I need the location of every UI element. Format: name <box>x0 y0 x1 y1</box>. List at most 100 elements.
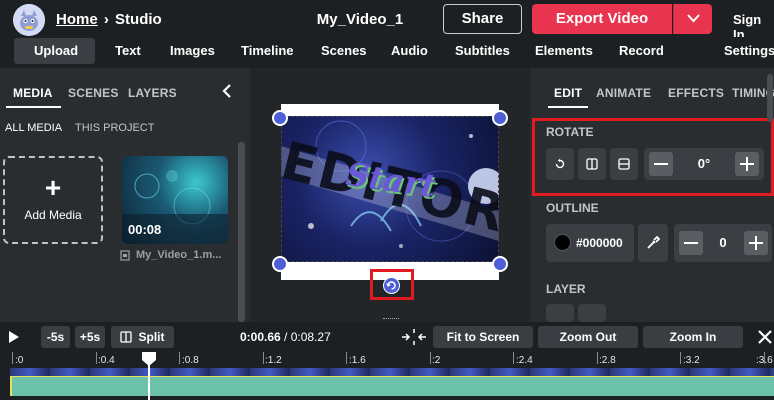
layer-button-2[interactable] <box>578 304 606 322</box>
project-title[interactable]: My_Video_1 <box>280 11 440 28</box>
resize-handle-bottom-left[interactable] <box>272 256 288 272</box>
outline-color-picker[interactable]: #000000 <box>546 224 634 262</box>
ruler-label: :0.8 <box>182 355 199 366</box>
layer-title: LAYER <box>546 282 586 296</box>
flip-horizontal-button[interactable] <box>578 148 606 180</box>
video-canvas-area: EDITOR Start <box>250 68 530 322</box>
ruler-label: :2.8 <box>599 355 616 366</box>
ruler-tick <box>513 352 514 364</box>
nav-images[interactable]: Images <box>170 43 215 58</box>
nav-text[interactable]: Text <box>115 43 141 58</box>
timeline-ruler[interactable] <box>0 352 774 368</box>
tab-media[interactable]: MEDIA <box>13 86 53 100</box>
outline-value[interactable]: 0 <box>704 235 742 250</box>
rotate-title: ROTATE <box>546 125 594 139</box>
avatar[interactable] <box>13 4 45 36</box>
nav-scenes[interactable]: Scenes <box>321 43 367 58</box>
zoom-in-button[interactable]: Zoom In <box>643 326 743 348</box>
nav-settings[interactable]: Settings <box>724 43 774 58</box>
nav-subtitles[interactable]: Subtitles <box>455 43 510 58</box>
ruler-label: :1.2 <box>265 355 282 366</box>
plus-icon: + <box>44 172 62 203</box>
eyedropper-button[interactable] <box>638 224 668 262</box>
selection-border <box>281 116 499 262</box>
panel-scrollbar[interactable] <box>238 142 245 322</box>
outline-color-value: #000000 <box>576 236 623 250</box>
export-video-button[interactable]: Export Video <box>532 4 672 34</box>
close-icon[interactable] <box>757 329 773 345</box>
ruler-label: :2.4 <box>516 355 533 366</box>
outline-increase-button[interactable] <box>744 231 768 255</box>
subtab-this-project[interactable]: THIS PROJECT <box>75 122 154 134</box>
breadcrumb: Home › Studio <box>56 11 162 28</box>
split-icon <box>120 331 132 343</box>
tab-animate[interactable]: ANIMATE <box>596 86 651 100</box>
split-button[interactable]: Split <box>111 326 174 348</box>
studio-label: Studio <box>115 11 162 28</box>
share-button[interactable]: Share <box>443 4 522 34</box>
media-duration: 00:08 <box>128 222 162 237</box>
split-label: Split <box>138 330 165 344</box>
nav-audio[interactable]: Audio <box>391 43 428 58</box>
video-track-filmstrip[interactable] <box>10 368 774 376</box>
avatar-icon <box>13 4 45 36</box>
tab-edit[interactable]: EDIT <box>554 86 582 100</box>
tab-layers[interactable]: LAYERS <box>128 86 177 100</box>
rotate-reset-button[interactable] <box>546 148 574 180</box>
outline-decrease-button[interactable] <box>679 231 703 255</box>
ruler-tick <box>680 352 681 364</box>
nav-elements[interactable]: Elements <box>535 43 593 58</box>
fit-to-screen-button[interactable]: Fit to Screen <box>433 326 533 348</box>
color-swatch <box>554 234 571 251</box>
resize-handle-bottom-right[interactable] <box>492 256 508 272</box>
resize-handle-top-left[interactable] <box>272 110 288 126</box>
playhead-handle[interactable] <box>140 351 158 367</box>
tab-effects[interactable]: EFFECTS <box>668 86 724 100</box>
ruler-label: :2 <box>432 355 441 366</box>
subtab-all-media[interactable]: ALL MEDIA <box>5 122 62 134</box>
rotate-stepper: 0° <box>644 148 764 180</box>
outline-stepper: 0 <box>674 224 772 262</box>
media-thumbnail[interactable]: 00:08 <box>122 156 228 244</box>
export-options-button[interactable] <box>673 4 712 34</box>
top-bar: Home › Studio My_Video_1 Share Export Vi… <box>0 0 774 42</box>
flip-horizontal-icon <box>586 158 598 170</box>
nav-timeline[interactable]: Timeline <box>241 43 294 58</box>
video-frame[interactable]: EDITOR Start <box>281 104 499 280</box>
nav-record[interactable]: Record <box>619 43 664 58</box>
play-icon[interactable] <box>8 330 20 344</box>
rotate-value[interactable]: 0° <box>674 156 734 171</box>
minus-icon <box>654 163 668 165</box>
ruler-tick <box>263 352 264 364</box>
flip-vertical-icon <box>618 158 630 170</box>
ruler-tick <box>597 352 598 364</box>
ruler-label: :0 <box>15 355 24 366</box>
panel-resize-grip[interactable] <box>383 318 399 321</box>
tab-media-underline <box>6 106 61 108</box>
plus-icon-vertical <box>755 236 757 250</box>
rotate-icon <box>386 281 396 290</box>
rotate-reset-icon <box>555 158 565 169</box>
ruler-tick <box>12 352 13 364</box>
time-readout: 0:00.66 / 0:08.27 <box>240 330 331 344</box>
resize-handle-top-right[interactable] <box>492 110 508 126</box>
eyedropper-icon <box>647 236 660 249</box>
outline-title: OUTLINE <box>546 201 599 215</box>
video-track-clip[interactable] <box>10 376 774 396</box>
flip-vertical-button[interactable] <box>610 148 638 180</box>
zoom-out-button[interactable]: Zoom Out <box>538 326 638 348</box>
ruler-tick <box>179 352 180 364</box>
layer-button-1[interactable] <box>546 304 574 322</box>
skip-back-5s-button[interactable]: -5s <box>41 326 70 348</box>
rotate-increase-button[interactable] <box>735 152 759 176</box>
add-media-button[interactable]: + Add Media <box>3 156 103 244</box>
nav-upload[interactable]: Upload <box>34 43 78 58</box>
skip-forward-5s-button[interactable]: +5s <box>75 326 105 348</box>
media-filename: My_Video_1.m... <box>136 249 222 261</box>
rotate-handle[interactable] <box>383 277 400 294</box>
rotate-decrease-button[interactable] <box>649 152 673 176</box>
properties-scrollbar[interactable] <box>767 74 773 122</box>
home-link[interactable]: Home <box>56 11 98 28</box>
collapse-panel-icon[interactable] <box>222 84 232 98</box>
tab-scenes[interactable]: SCENES <box>68 86 119 100</box>
